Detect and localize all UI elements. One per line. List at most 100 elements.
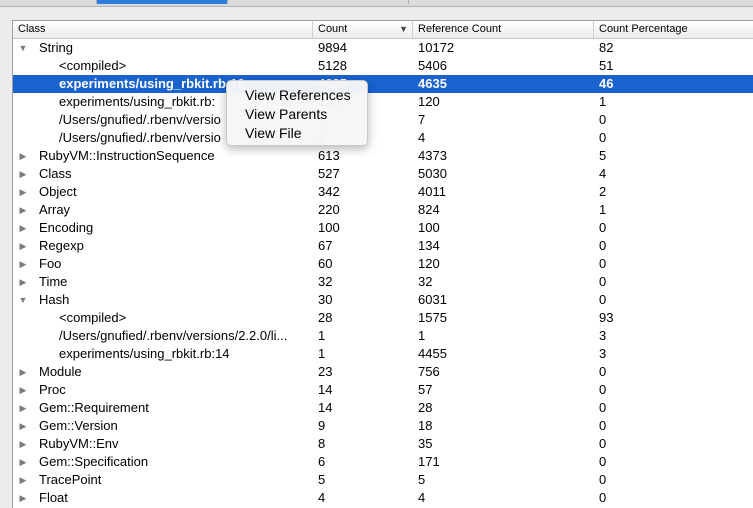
table-row[interactable]: ▶ Proc 14 57 0 bbox=[13, 381, 753, 399]
tab-3[interactable] bbox=[228, 0, 409, 4]
count-percentage-cell: 0 bbox=[599, 472, 607, 487]
reference-count-cell: 4455 bbox=[418, 346, 447, 361]
class-cell: ▶ Regexp bbox=[13, 237, 313, 255]
disclosure-collapsed-icon[interactable]: ▶ bbox=[17, 489, 29, 507]
disclosure-collapsed-icon[interactable]: ▶ bbox=[17, 273, 29, 291]
table-row[interactable]: ▶ Gem::Requirement 14 28 0 bbox=[13, 399, 753, 417]
sort-descending-icon: ▼ bbox=[399, 24, 408, 34]
table-row[interactable]: /Users/gnufied/.rbenv/versions/2.2.0/li.… bbox=[13, 327, 753, 345]
disclosure-collapsed-icon[interactable]: ▶ bbox=[17, 363, 29, 381]
column-header-reference-count[interactable]: Reference Count bbox=[413, 21, 594, 38]
table-row[interactable]: ▶ Object 342 4011 2 bbox=[13, 183, 753, 201]
tab-4[interactable] bbox=[409, 0, 753, 4]
count-cell: 8 bbox=[318, 436, 326, 451]
disclosure-expanded-icon[interactable]: ▼ bbox=[17, 39, 29, 57]
reference-count-cell: 4 bbox=[418, 490, 426, 505]
table-row[interactable]: ▶ Gem::Specification 6 171 0 bbox=[13, 453, 753, 471]
count-percentage-cell: 0 bbox=[599, 436, 607, 451]
table-row[interactable]: ▶ Encoding 100 100 0 bbox=[13, 219, 753, 237]
count-percentage-cell: 1 bbox=[599, 202, 607, 217]
disclosure-collapsed-icon[interactable]: ▶ bbox=[17, 399, 29, 417]
disclosure-collapsed-icon[interactable]: ▶ bbox=[17, 147, 29, 165]
column-header-count[interactable]: Count ▼ bbox=[313, 21, 413, 38]
disclosure-collapsed-icon[interactable]: ▶ bbox=[17, 471, 29, 489]
table-row[interactable]: ▶ Time 32 32 0 bbox=[13, 273, 753, 291]
count-percentage-cell: 4 bbox=[599, 166, 607, 181]
object-table[interactable]: Class Count ▼ Reference Count Count Perc… bbox=[12, 20, 753, 508]
table-row[interactable]: ▶ Foo 60 120 0 bbox=[13, 255, 753, 273]
disclosure-collapsed-icon[interactable]: ▶ bbox=[17, 255, 29, 273]
table-row[interactable]: /Users/gnufied/.rbenv/versio440 bbox=[13, 129, 753, 147]
table-row[interactable]: experiments/using_rbkit.rb:14 1 4455 3 bbox=[13, 345, 753, 363]
count-cell: 9894 bbox=[318, 40, 347, 55]
count-cell: 1 bbox=[318, 328, 326, 343]
table-row[interactable]: ▶ Class 527 5030 4 bbox=[13, 165, 753, 183]
reference-count-cell: 120 bbox=[418, 94, 440, 109]
count-percentage-cell: 0 bbox=[599, 220, 607, 235]
table-row[interactable]: ▶ Float 4 4 0 bbox=[13, 489, 753, 507]
table-header: Class Count ▼ Reference Count Count Perc… bbox=[13, 21, 753, 39]
class-name: Hash bbox=[39, 292, 70, 307]
class-name: Regexp bbox=[39, 238, 84, 253]
tab-1[interactable] bbox=[0, 0, 97, 4]
context-menu: View References View Parents View File bbox=[226, 80, 368, 146]
class-cell: ▶ Gem::Version bbox=[13, 417, 313, 435]
menu-item-view-parents[interactable]: View Parents bbox=[227, 105, 367, 124]
disclosure-expanded-icon[interactable]: ▼ bbox=[17, 291, 29, 309]
disclosure-collapsed-icon[interactable]: ▶ bbox=[17, 183, 29, 201]
reference-count-cell: 5406 bbox=[418, 58, 447, 73]
disclosure-collapsed-icon[interactable]: ▶ bbox=[17, 201, 29, 219]
class-cell: ▶ Array bbox=[13, 201, 313, 219]
class-name: experiments/using_rbkit.rb:14 bbox=[59, 346, 230, 361]
reference-count-cell: 28 bbox=[418, 400, 433, 415]
reference-count-cell: 7 bbox=[418, 112, 426, 127]
count-percentage-cell: 0 bbox=[599, 454, 607, 469]
table-row[interactable]: ▶ RubyVM::Env 8 35 0 bbox=[13, 435, 753, 453]
disclosure-collapsed-icon[interactable]: ▶ bbox=[17, 219, 29, 237]
table-row[interactable]: <compiled> 28 1575 93 bbox=[13, 309, 753, 327]
reference-count-cell: 4011 bbox=[418, 184, 446, 199]
class-name: Foo bbox=[39, 256, 62, 271]
count-cell: 1 bbox=[318, 346, 326, 361]
table-row[interactable]: ▶ Regexp 67 134 0 bbox=[13, 237, 753, 255]
disclosure-collapsed-icon[interactable]: ▶ bbox=[17, 453, 29, 471]
count-percentage-cell: 82 bbox=[599, 40, 614, 55]
count-cell: 5128 bbox=[318, 58, 347, 73]
table-row[interactable]: experiments/using_rbkit.rb:1201201 bbox=[13, 93, 753, 111]
table-row[interactable]: ▶ Module 23 756 0 bbox=[13, 363, 753, 381]
class-name: experiments/using_rbkit.rb:10 bbox=[59, 76, 245, 91]
class-cell: ▶ TracePoint bbox=[13, 471, 313, 489]
table-row[interactable]: <compiled> 5128 5406 51 bbox=[13, 57, 753, 75]
column-header-count-percentage[interactable]: Count Percentage bbox=[594, 21, 753, 38]
class-name: Object bbox=[39, 184, 77, 199]
reference-count-cell: 5 bbox=[418, 472, 426, 487]
disclosure-collapsed-icon[interactable]: ▶ bbox=[17, 417, 29, 435]
table-row[interactable]: ▼ Hash 30 6031 0 bbox=[13, 291, 753, 309]
class-name: Module bbox=[39, 364, 82, 379]
disclosure-collapsed-icon[interactable]: ▶ bbox=[17, 381, 29, 399]
column-header-class[interactable]: Class bbox=[13, 21, 313, 38]
table-row-selected[interactable]: experiments/using_rbkit.rb:104635463546 bbox=[13, 75, 753, 93]
table-row[interactable]: ▶ TracePoint 5 5 0 bbox=[13, 471, 753, 489]
table-row[interactable]: ▶ RubyVM::InstructionSequence 613 4373 5 bbox=[13, 147, 753, 165]
class-name: Array bbox=[39, 202, 71, 217]
table-row[interactable]: ▼ String 9894 10172 82 bbox=[13, 39, 753, 57]
menu-item-view-file[interactable]: View File bbox=[227, 124, 367, 143]
class-cell: ▶ Gem::Specification bbox=[13, 453, 313, 471]
class-name: <compiled> bbox=[59, 310, 127, 325]
count-cell: 28 bbox=[318, 310, 333, 325]
table-row[interactable]: ▶ Gem::Version 9 18 0 bbox=[13, 417, 753, 435]
menu-item-view-references[interactable]: View References bbox=[227, 86, 367, 105]
count-cell: 342 bbox=[318, 184, 340, 199]
table-row[interactable]: /Users/gnufied/.rbenv/versio770 bbox=[13, 111, 753, 129]
disclosure-collapsed-icon[interactable]: ▶ bbox=[17, 165, 29, 183]
class-name: <compiled> bbox=[59, 58, 127, 73]
tab-active[interactable] bbox=[97, 0, 228, 4]
table-row[interactable]: ▶ Array 220 824 1 bbox=[13, 201, 753, 219]
class-cell: ▶ Object bbox=[13, 183, 313, 201]
disclosure-collapsed-icon[interactable]: ▶ bbox=[17, 435, 29, 453]
count-cell: 14 bbox=[318, 400, 333, 415]
count-cell: 100 bbox=[318, 220, 340, 235]
disclosure-collapsed-icon[interactable]: ▶ bbox=[17, 237, 29, 255]
reference-count-cell: 120 bbox=[418, 256, 440, 271]
